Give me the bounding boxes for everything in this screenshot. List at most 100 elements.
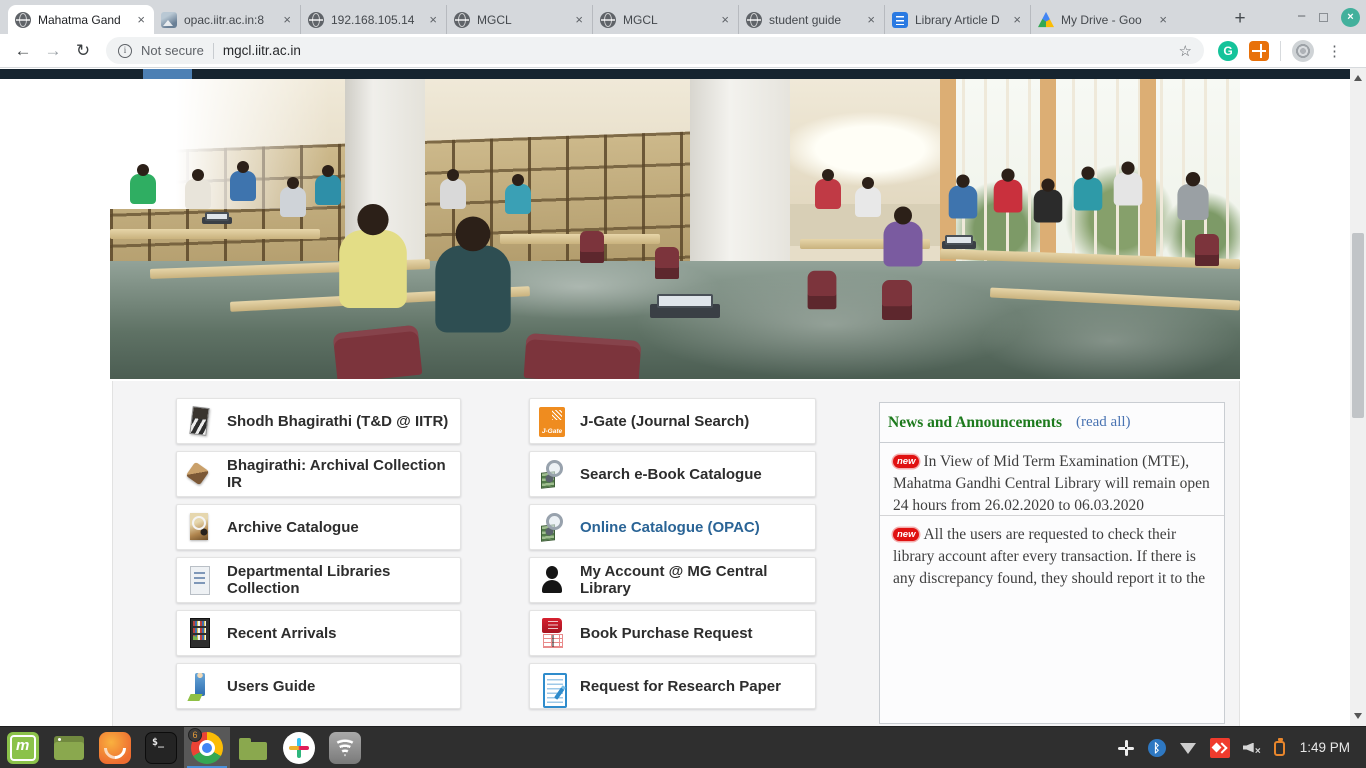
link-archive-catalogue[interactable]: Archive Catalogue <box>176 504 461 550</box>
photo-person <box>855 187 881 217</box>
tray-anydesk[interactable] <box>1210 738 1230 758</box>
file-manager-launcher[interactable] <box>230 727 276 768</box>
page-scrollbar[interactable] <box>1350 68 1366 726</box>
link-jgate[interactable]: J-Gate (Journal Search) <box>529 398 816 444</box>
tray-network[interactable] <box>1179 739 1197 757</box>
scrollbar-thumb[interactable] <box>1352 233 1364 418</box>
photo-person <box>949 186 978 219</box>
tab-title: MGCL <box>623 13 712 27</box>
extension-icon[interactable] <box>1249 41 1269 61</box>
photo-person <box>230 171 256 201</box>
quick-link-label: Shodh Bhagirathi (T&D @ IITR) <box>227 413 448 430</box>
photo-table <box>110 229 320 239</box>
tab-close-icon[interactable]: × <box>719 12 731 27</box>
quick-link-label: Departmental Libraries Collection <box>227 563 460 597</box>
globe-favicon-icon <box>454 12 470 28</box>
tab-mahatma-gandhi[interactable]: Mahatma Gand × <box>8 5 154 34</box>
photo-chair <box>882 280 912 320</box>
tab-mgcl-1[interactable]: MGCL × <box>446 5 592 34</box>
tab-library-article[interactable]: Library Article D × <box>884 5 1030 34</box>
news-text: In View of Mid Term Examination (MTE), M… <box>893 453 1210 514</box>
tab-close-icon[interactable]: × <box>573 12 585 27</box>
minimize-button[interactable]: − <box>1297 12 1306 22</box>
network-tool-launcher[interactable] <box>322 727 368 768</box>
tab-mgcl-2[interactable]: MGCL × <box>592 5 738 34</box>
firefox-launcher[interactable] <box>92 727 138 768</box>
quick-links-right: J-Gate (Journal Search) Search e-Book Ca… <box>529 398 816 716</box>
tab-close-icon[interactable]: × <box>427 12 439 27</box>
globe-favicon-icon <box>15 12 31 28</box>
nav-active-item[interactable] <box>143 69 192 79</box>
grammarly-extension-icon[interactable]: G <box>1218 41 1238 61</box>
photo-chair <box>808 271 837 309</box>
terminal-icon <box>145 732 177 764</box>
tab-close-icon[interactable]: × <box>1157 12 1169 27</box>
photo-person <box>994 180 1023 213</box>
new-tab-button[interactable]: + <box>1226 5 1254 33</box>
tab-close-icon[interactable]: × <box>281 12 293 27</box>
tab-ip-address[interactable]: 192.168.105.14 × <box>300 5 446 34</box>
close-button[interactable]: × <box>1341 8 1360 27</box>
link-departmental-libraries[interactable]: Departmental Libraries Collection <box>176 557 461 603</box>
address-divider <box>213 43 214 59</box>
address-bar[interactable]: i Not secure mgcl.iitr.ac.in ☆ <box>106 37 1204 64</box>
back-icon[interactable]: ← <box>8 41 38 61</box>
tab-close-icon[interactable]: × <box>135 12 147 27</box>
slack-launcher[interactable] <box>276 727 322 768</box>
link-opac[interactable]: Online Catalogue (OPAC) <box>529 504 816 550</box>
tab-opac[interactable]: opac.iitr.ac.in:8 × <box>154 5 300 34</box>
link-shodh-bhagirathi[interactable]: Shodh Bhagirathi (T&D @ IITR) <box>176 398 461 444</box>
screen: Mahatma Gand × opac.iitr.ac.in:8 × 192.1… <box>0 0 1366 768</box>
desktop-window-launcher[interactable] <box>46 727 92 768</box>
link-my-account[interactable]: My Account @ MG Central Library <box>529 557 816 603</box>
mint-menu-button[interactable] <box>0 727 46 768</box>
link-users-guide[interactable]: Users Guide <box>176 663 461 709</box>
link-recent-arrivals[interactable]: Recent Arrivals <box>176 610 461 656</box>
news-item: newAll the users are requested to check … <box>880 516 1224 596</box>
taskbar-launchers: 6 <box>0 727 368 768</box>
news-title: News and Announcements <box>888 414 1062 432</box>
maximize-button[interactable] <box>1319 13 1328 22</box>
photo-chair <box>524 333 642 379</box>
tab-student-guide[interactable]: student guide × <box>738 5 884 34</box>
image-favicon-icon <box>161 12 177 28</box>
chrome-launcher[interactable]: 6 <box>184 727 230 768</box>
link-bhagirathi-archival[interactable]: Bhagirathi: Archival Collection IR <box>176 451 461 497</box>
link-research-paper[interactable]: Request for Research Paper <box>529 663 816 709</box>
thesis-stack-icon <box>186 404 212 438</box>
forward-icon[interactable]: → <box>38 41 68 61</box>
terminal-launcher[interactable] <box>138 727 184 768</box>
photo-person <box>130 174 156 204</box>
browser-menu-icon[interactable]: ⋮ <box>1327 42 1342 60</box>
photo-person <box>440 179 466 209</box>
tray-slack[interactable] <box>1117 739 1135 757</box>
profile-avatar[interactable] <box>1292 40 1314 62</box>
tab-my-drive[interactable]: My Drive - Goo × <box>1030 5 1176 34</box>
globe-favicon-icon <box>746 12 762 28</box>
tray-battery[interactable] <box>1274 741 1285 756</box>
user-silhouette-icon <box>539 563 565 597</box>
page-content: Shodh Bhagirathi (T&D @ IITR) Bhagirathi… <box>112 381 1240 726</box>
photo-laptop <box>202 217 232 224</box>
tab-title: Library Article D <box>915 13 1004 27</box>
site-info-icon[interactable]: i <box>118 44 132 58</box>
tab-close-icon[interactable]: × <box>865 12 877 27</box>
photo-chair <box>1195 234 1219 266</box>
quick-link-label: Search e-Book Catalogue <box>580 466 762 483</box>
folder-icon <box>237 732 269 764</box>
link-search-ebook[interactable]: Search e-Book Catalogue <box>529 451 816 497</box>
window-controls: − × <box>1297 0 1360 34</box>
tab-close-icon[interactable]: × <box>1011 12 1023 27</box>
tab-title: 192.168.105.14 <box>331 13 420 27</box>
bookmark-star-icon[interactable]: ☆ <box>1179 42 1192 60</box>
taskbar-clock[interactable]: 1:49 PM <box>1300 740 1350 755</box>
reload-icon[interactable]: ↻ <box>68 41 98 61</box>
scroll-up-arrow[interactable] <box>1354 75 1362 81</box>
scroll-down-arrow[interactable] <box>1354 713 1362 719</box>
tray-volume-muted[interactable] <box>1243 739 1261 757</box>
quick-link-label: Request for Research Paper <box>580 678 781 695</box>
news-read-all-link[interactable]: (read all) <box>1076 414 1131 431</box>
link-book-purchase[interactable]: Book Purchase Request <box>529 610 816 656</box>
tray-bluetooth[interactable]: ᛒ <box>1148 739 1166 757</box>
slack-icon <box>283 732 315 764</box>
